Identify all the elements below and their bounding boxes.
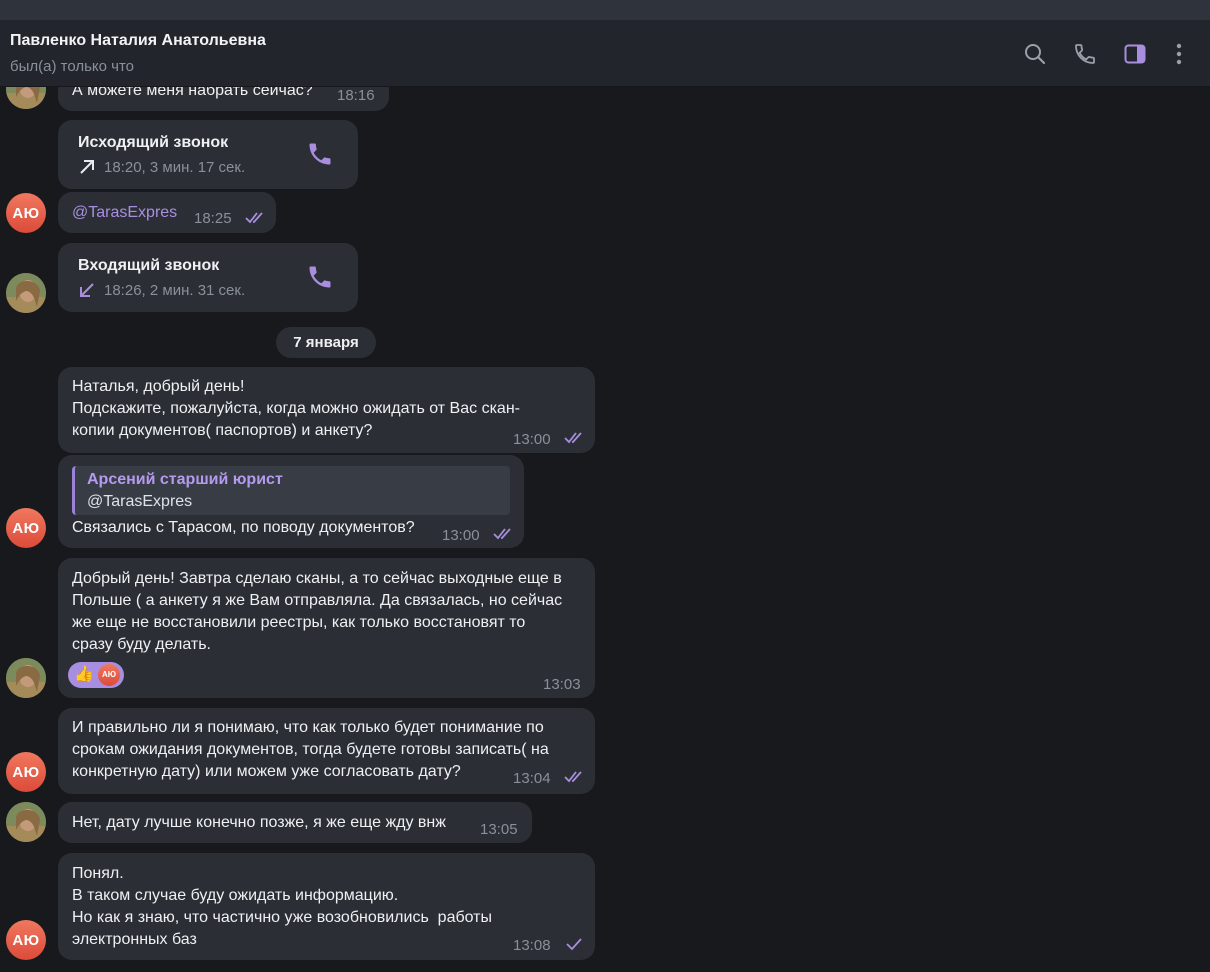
user-avatar[interactable]: АЮ bbox=[6, 920, 46, 960]
incoming-call-bubble[interactable]: Входящий звонок 18:26, 2 мин. 31 сек. bbox=[58, 243, 358, 312]
message-list[interactable]: А можете меня набрать сейчас? 18:16 Исхо… bbox=[0, 87, 1210, 972]
call-title: Исходящий звонок bbox=[78, 134, 229, 151]
contact-avatar[interactable] bbox=[6, 802, 46, 842]
phone-icon[interactable] bbox=[306, 140, 334, 168]
reaction-badge[interactable]: 👍 АЮ bbox=[68, 662, 124, 688]
message-bubble[interactable]: @TarasExpres 18:25 bbox=[58, 192, 276, 233]
message-time: 13:00 bbox=[442, 527, 480, 544]
sent-tick-icon bbox=[564, 937, 586, 951]
read-ticks-icon bbox=[493, 527, 515, 541]
window-top-strip bbox=[0, 0, 1210, 20]
message-bubble[interactable]: Добрый день! Завтра сделаю сканы, а то с… bbox=[58, 558, 595, 698]
mention-link[interactable]: @TarasExpres bbox=[72, 202, 177, 224]
read-ticks-icon bbox=[564, 770, 586, 784]
call-info: 18:26, 2 мин. 31 сек. bbox=[104, 282, 246, 299]
message-time: 18:16 bbox=[337, 87, 375, 104]
message-bubble[interactable]: Понял. В таком случае буду ожидать инфор… bbox=[58, 853, 595, 960]
message-text: А можете меня набрать сейчас? bbox=[72, 87, 313, 99]
contact-name[interactable]: Павленко Наталия Анатольевна bbox=[10, 32, 266, 50]
message-bubble[interactable]: Арсений старший юрист @TarasExpres Связа… bbox=[58, 455, 524, 548]
contact-avatar[interactable] bbox=[6, 87, 46, 109]
message-text: Добрый день! Завтра сделаю сканы, а то с… bbox=[72, 570, 563, 653]
reply-quote[interactable]: Арсений старший юрист @TarasExpres bbox=[72, 466, 510, 515]
more-vertical-icon[interactable] bbox=[1167, 42, 1191, 66]
phone-icon[interactable] bbox=[306, 263, 334, 291]
user-avatar[interactable]: АЮ bbox=[6, 193, 46, 233]
user-avatar[interactable]: АЮ bbox=[6, 752, 46, 792]
call-info: 18:20, 3 мин. 17 сек. bbox=[104, 159, 246, 176]
message-text: Нет, дату лучше конечно позже, я же еще … bbox=[72, 814, 446, 831]
contact-avatar[interactable] bbox=[6, 273, 46, 313]
read-ticks-icon bbox=[245, 211, 267, 225]
thumbs-up-icon: 👍 bbox=[74, 666, 94, 683]
message-time: 13:05 bbox=[480, 821, 518, 838]
phone-icon[interactable] bbox=[1073, 42, 1097, 66]
outgoing-arrow-icon bbox=[78, 158, 96, 176]
incoming-arrow-icon bbox=[78, 281, 96, 299]
message-bubble[interactable]: Наталья, добрый день! Подскажите, пожалу… bbox=[58, 367, 595, 453]
message-time: 18:25 bbox=[194, 210, 232, 227]
message-text: Наталья, добрый день! Подскажите, пожалу… bbox=[72, 378, 520, 439]
chat-header: Павленко Наталия Анатольевна был(а) толь… bbox=[0, 20, 1210, 87]
message-time: 13:00 bbox=[513, 431, 551, 448]
search-icon[interactable] bbox=[1023, 42, 1047, 66]
reply-text: @TarasExpres bbox=[87, 493, 193, 510]
message-text: И правильно ли я понимаю, что как только… bbox=[72, 719, 549, 780]
message-text: Связались с Тарасом, по поводу документо… bbox=[72, 519, 415, 536]
outgoing-call-bubble[interactable]: Исходящий звонок 18:20, 3 мин. 17 сек. bbox=[58, 120, 358, 189]
call-title: Входящий звонок bbox=[78, 257, 220, 274]
message-bubble[interactable]: А можете меня набрать сейчас? 18:16 bbox=[58, 87, 389, 111]
user-avatar[interactable]: АЮ bbox=[6, 508, 46, 548]
read-ticks-icon bbox=[564, 431, 586, 445]
message-bubble[interactable]: И правильно ли я понимаю, что как только… bbox=[58, 708, 595, 794]
message-bubble[interactable]: Нет, дату лучше конечно позже, я же еще … bbox=[58, 802, 532, 843]
contact-avatar[interactable] bbox=[6, 658, 46, 698]
sidebar-toggle-icon[interactable] bbox=[1123, 42, 1147, 66]
reaction-user-avatar: АЮ bbox=[98, 664, 120, 686]
date-separator: 7 января bbox=[276, 327, 376, 358]
message-time: 13:03 bbox=[543, 676, 581, 693]
message-text: Понял. В таком случае буду ожидать инфор… bbox=[72, 865, 492, 948]
message-time: 13:08 bbox=[513, 937, 551, 954]
reply-author: Арсений старший юрист bbox=[87, 471, 283, 488]
message-time: 13:04 bbox=[513, 770, 551, 787]
contact-status: был(а) только что bbox=[10, 58, 135, 75]
